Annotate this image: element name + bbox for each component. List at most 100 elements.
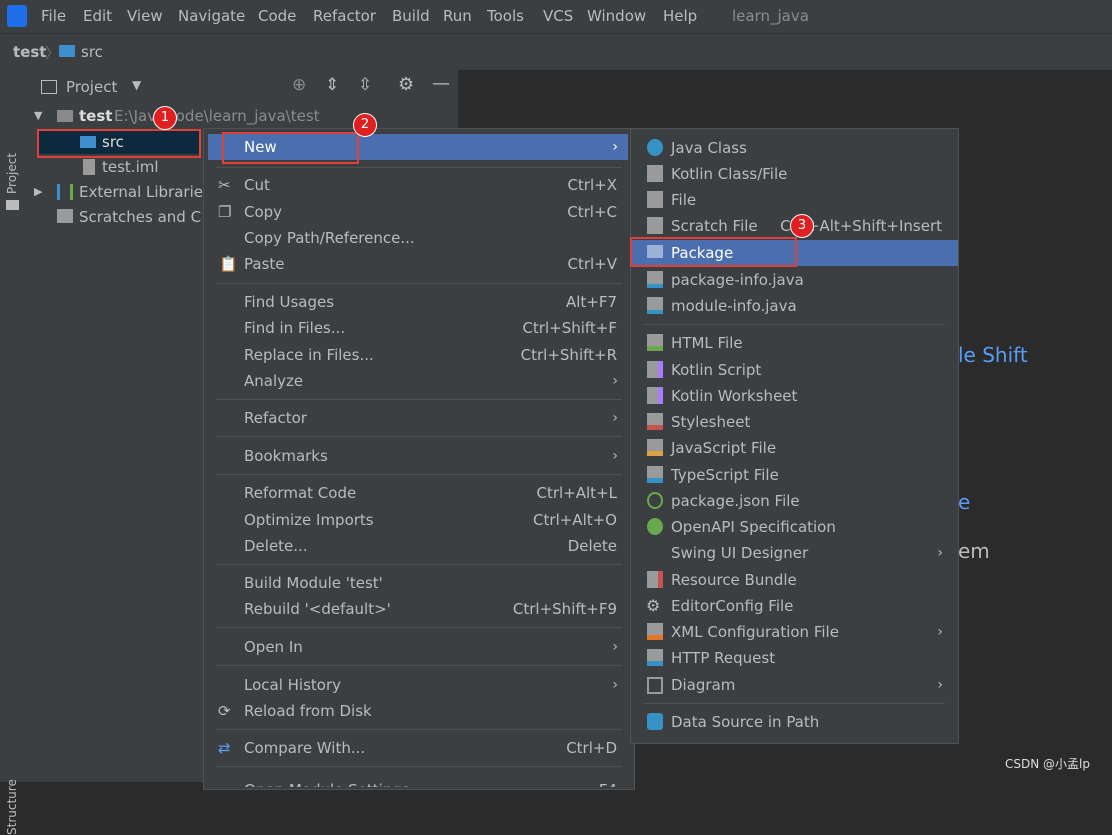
menu-help[interactable]: Help bbox=[663, 7, 697, 25]
menu-vcs[interactable]: VCS bbox=[543, 7, 573, 25]
menu-window[interactable]: Window bbox=[587, 7, 646, 25]
diagram-icon bbox=[647, 677, 663, 694]
breadcrumb-root[interactable]: test bbox=[13, 43, 46, 61]
java-file-icon bbox=[647, 297, 663, 314]
submenu-item-label: Diagram bbox=[671, 676, 736, 694]
submenu-item-kotlin-script[interactable]: Kotlin Script bbox=[635, 357, 953, 383]
collapse-all-icon[interactable]: ⇳ bbox=[358, 75, 372, 95]
project-panel-header: Project ▼ ⊕ ⇕ ⇳ ⚙ — bbox=[26, 70, 458, 104]
submenu-item-label: Java Class bbox=[671, 139, 747, 157]
tree-row-iml[interactable]: test.iml bbox=[26, 155, 202, 179]
submenu-item-label: Resource Bundle bbox=[671, 571, 797, 589]
submenu-item-package-json[interactable]: package.json File bbox=[635, 488, 953, 514]
intellij-logo-icon[interactable] bbox=[7, 5, 27, 27]
submenu-item-label: XML Configuration File bbox=[671, 623, 839, 641]
submenu-item-typescript-file[interactable]: TypeScript File bbox=[635, 462, 953, 488]
menu-item-optimize-imports[interactable]: Optimize Imports Ctrl+Alt+O bbox=[208, 507, 628, 533]
menu-item-find-in-files[interactable]: Find in Files... Ctrl+Shift+F bbox=[208, 315, 628, 341]
menu-view[interactable]: View bbox=[127, 7, 163, 25]
submenu-item-kotlin-worksheet[interactable]: Kotlin Worksheet bbox=[635, 383, 953, 409]
submenu-item-label: Scratch File bbox=[671, 217, 758, 235]
menu-code[interactable]: Code bbox=[258, 7, 296, 25]
divider bbox=[216, 766, 622, 767]
submenu-item-diagram[interactable]: Diagram › bbox=[635, 672, 953, 698]
menu-tools[interactable]: Tools bbox=[487, 7, 524, 25]
menu-item-bookmarks[interactable]: Bookmarks › bbox=[208, 443, 628, 469]
submenu-item-openapi[interactable]: OpenAPI Specification bbox=[635, 514, 953, 540]
submenu-item-editorconfig[interactable]: ⚙ EditorConfig File bbox=[635, 593, 953, 619]
chevron-right-icon[interactable]: ▶ bbox=[34, 180, 42, 204]
menu-item-compare-with[interactable]: ⇄ Compare With... Ctrl+D bbox=[208, 735, 628, 761]
menu-item-analyze[interactable]: Analyze › bbox=[208, 368, 628, 394]
project-panel-title[interactable]: Project bbox=[66, 78, 117, 96]
locate-icon[interactable]: ⊕ bbox=[292, 75, 306, 95]
menu-item-optimize-label: Optimize Imports bbox=[244, 511, 374, 529]
editor-hint-shift[interactable]: le Shift bbox=[958, 343, 1028, 367]
submenu-item-xml-config[interactable]: XML Configuration File › bbox=[635, 619, 953, 645]
menu-item-open-in[interactable]: Open In › bbox=[208, 634, 628, 660]
menu-item-paste[interactable]: 📋 Paste Ctrl+V bbox=[208, 251, 628, 277]
menu-build[interactable]: Build bbox=[392, 7, 430, 25]
submenu-item-label: HTML File bbox=[671, 334, 743, 352]
gear-icon[interactable]: ⚙ bbox=[398, 74, 414, 95]
submenu-item-label: OpenAPI Specification bbox=[671, 518, 836, 536]
submenu-item-package-info[interactable]: package-info.java bbox=[635, 267, 953, 293]
menu-file[interactable]: File bbox=[41, 7, 66, 25]
ts-file-icon bbox=[647, 466, 663, 483]
structure-tool-tab[interactable]: Structure bbox=[5, 779, 19, 835]
menu-refactor[interactable]: Refactor bbox=[313, 7, 376, 25]
submenu-item-http-request[interactable]: HTTP Request bbox=[635, 645, 953, 671]
submenu-item-label: Swing UI Designer bbox=[671, 544, 809, 562]
submenu-item-kotlin-class[interactable]: Kotlin Class/File bbox=[635, 161, 953, 187]
breadcrumb-child[interactable]: src bbox=[81, 43, 103, 61]
menu-item-build-module[interactable]: Build Module 'test' bbox=[208, 570, 628, 596]
menu-item-cut[interactable]: ✂ Cut Ctrl+X bbox=[208, 172, 628, 198]
menu-item-replace-in-files[interactable]: Replace in Files... Ctrl+Shift+R bbox=[208, 342, 628, 368]
menu-item-copy-path-label: Copy Path/Reference... bbox=[244, 229, 415, 247]
menu-shortcut: Ctrl+X bbox=[567, 176, 617, 194]
tree-row-external-libraries[interactable]: ▶ External Libraries bbox=[26, 180, 202, 204]
menu-item-reformat-code[interactable]: Reformat Code Ctrl+Alt+L bbox=[208, 480, 628, 506]
menu-item-open-module-settings[interactable]: Open Module Settings F4 bbox=[208, 771, 628, 787]
submenu-item-data-source[interactable]: Data Source in Path bbox=[635, 709, 953, 735]
expand-all-icon[interactable]: ⇕ bbox=[325, 75, 339, 95]
chevron-right-icon: › bbox=[937, 624, 943, 640]
editor-hint-e[interactable]: e bbox=[958, 490, 970, 514]
menu-item-reload[interactable]: ⟳ Reload from Disk bbox=[208, 698, 628, 724]
menu-item-local-history[interactable]: Local History › bbox=[208, 672, 628, 698]
chevron-right-icon: › bbox=[612, 139, 618, 155]
submenu-item-module-info[interactable]: module-info.java bbox=[635, 293, 953, 319]
tree-iml-label: test.iml bbox=[102, 158, 159, 176]
menu-item-rebuild[interactable]: Rebuild '<default>' Ctrl+Shift+F9 bbox=[208, 596, 628, 622]
menu-item-delete[interactable]: Delete... Delete bbox=[208, 533, 628, 559]
submenu-item-java-class[interactable]: Java Class bbox=[635, 135, 953, 161]
submenu-item-resource-bundle[interactable]: Resource Bundle bbox=[635, 567, 953, 593]
menu-item-find-usages[interactable]: Find Usages Alt+F7 bbox=[208, 289, 628, 315]
chevron-right-icon: 〉 bbox=[45, 44, 61, 62]
folder-icon bbox=[59, 45, 75, 57]
submenu-item-stylesheet[interactable]: Stylesheet bbox=[635, 409, 953, 435]
submenu-item-file[interactable]: File bbox=[635, 187, 953, 213]
menu-item-copy-label: Copy bbox=[244, 203, 283, 221]
tree-row-root[interactable]: ▼ test E:\JavaCode\learn_java\test bbox=[26, 104, 458, 128]
project-tool-tab[interactable]: Project bbox=[5, 153, 19, 194]
menu-item-find-usages-label: Find Usages bbox=[244, 293, 335, 311]
menu-item-copy-path[interactable]: Copy Path/Reference... bbox=[208, 225, 628, 251]
kotlin-file-icon bbox=[647, 165, 663, 182]
submenu-item-swing-ui-designer[interactable]: Swing UI Designer › bbox=[635, 540, 953, 566]
chevron-down-icon[interactable]: ▼ bbox=[34, 104, 42, 128]
menu-navigate[interactable]: Navigate bbox=[178, 7, 245, 25]
menu-item-copy[interactable]: ❐ Copy Ctrl+C bbox=[208, 199, 628, 225]
tree-row-scratches[interactable]: Scratches and Consoles bbox=[26, 205, 202, 229]
breadcrumb: test 〉 src bbox=[0, 33, 1112, 71]
menu-run[interactable]: Run bbox=[443, 7, 472, 25]
submenu-item-javascript-file[interactable]: JavaScript File bbox=[635, 435, 953, 461]
editor-hint-em: em bbox=[958, 539, 990, 563]
chevron-down-icon[interactable]: ▼ bbox=[132, 78, 141, 92]
menu-edit[interactable]: Edit bbox=[83, 7, 112, 25]
divider bbox=[643, 703, 945, 704]
menu-item-refactor[interactable]: Refactor › bbox=[208, 405, 628, 431]
minimize-icon[interactable]: — bbox=[432, 73, 450, 94]
submenu-item-html-file[interactable]: HTML File bbox=[635, 330, 953, 356]
divider bbox=[216, 167, 622, 168]
